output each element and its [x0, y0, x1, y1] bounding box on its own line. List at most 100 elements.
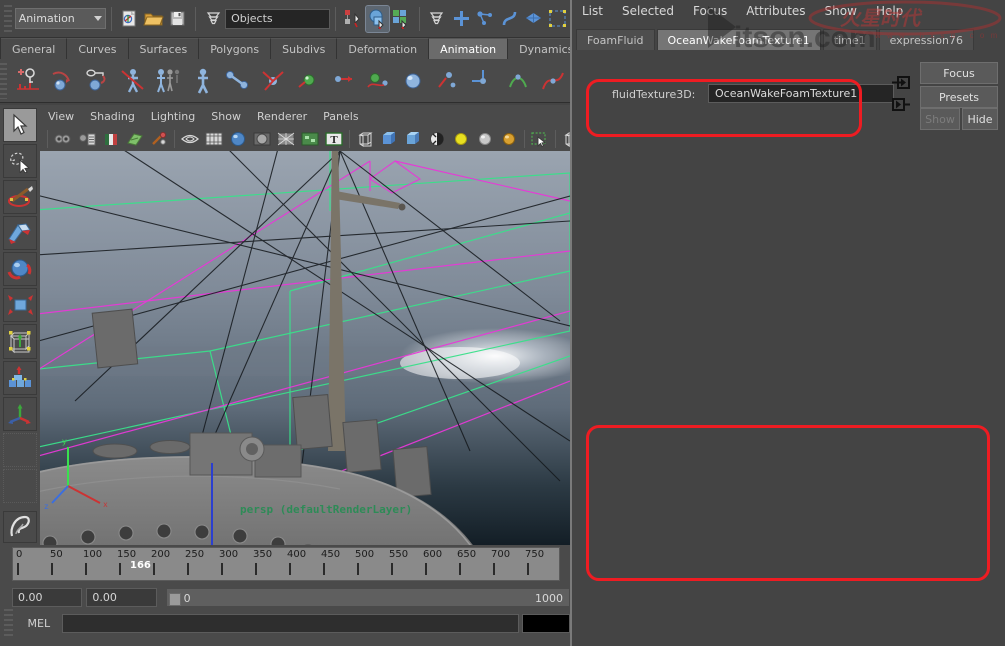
last-tool-used-button[interactable]	[3, 433, 37, 467]
ae-tab-oceanwakefoamtexture1[interactable]: OceanWakeFoamTexture1	[657, 29, 821, 50]
hide-button[interactable]: Hide	[962, 108, 998, 130]
ik-spline-handle-icon[interactable]	[81, 64, 114, 98]
select-by-object-icon[interactable]	[366, 6, 388, 32]
image-plane-icon[interactable]	[124, 129, 146, 150]
scale-constraint-icon[interactable]	[396, 64, 429, 98]
orient-constraint-icon[interactable]	[361, 64, 394, 98]
point-constraint-icon[interactable]	[291, 64, 324, 98]
input-connection-icon[interactable]	[890, 74, 912, 92]
time-slider-ruler[interactable]: 0 50 100 150 200 250 300 350 400 450 500…	[12, 547, 560, 581]
ae-tab-expression76[interactable]: expression76	[879, 29, 974, 50]
ae-menu-show[interactable]: Show	[825, 4, 857, 18]
ae-menu-list[interactable]: List	[582, 4, 603, 18]
ae-tab-foamfluid[interactable]: FoamFluid	[576, 29, 655, 50]
ae-menu-help[interactable]: Help	[876, 4, 903, 18]
ae-tab-time1[interactable]: time1	[823, 29, 877, 50]
ae-menu-attributes[interactable]: Attributes	[746, 4, 805, 18]
selection-mask-icon[interactable]	[202, 6, 224, 32]
select-camera-icon[interactable]	[52, 129, 74, 150]
constraint-icon[interactable]	[256, 64, 289, 98]
time-slider[interactable]: 0 50 100 150 200 250 300 350 400 450 500…	[0, 545, 570, 585]
selected-lights-icon[interactable]	[498, 129, 520, 150]
focus-button[interactable]: Focus	[920, 62, 998, 84]
presets-button[interactable]: Presets	[920, 86, 998, 108]
text-display-icon[interactable]: T	[323, 129, 345, 150]
select-tool-button[interactable]	[3, 108, 37, 142]
snap-mask-icon[interactable]	[426, 6, 448, 32]
menu-set-selector[interactable]: Animation	[15, 8, 107, 29]
viewport-menu-view[interactable]: View	[48, 110, 74, 123]
shadows-icon[interactable]	[426, 129, 448, 150]
viewport-menu-lighting[interactable]: Lighting	[151, 110, 195, 123]
soft-modification-tool-button[interactable]	[3, 361, 37, 395]
all-lights-icon[interactable]	[474, 129, 496, 150]
smooth-shade-icon[interactable]	[227, 129, 249, 150]
save-scene-icon[interactable]	[167, 6, 189, 32]
shelf-tab-polygons[interactable]: Polygons	[199, 38, 271, 59]
set-key-icon[interactable]	[11, 64, 44, 98]
output-connection-icon[interactable]	[890, 96, 912, 114]
wireframe-icon[interactable]	[203, 129, 225, 150]
lasso-select-tool-button[interactable]	[3, 144, 37, 178]
hardware-texturing-icon[interactable]	[299, 129, 321, 150]
command-line-grip[interactable]	[4, 609, 13, 637]
selection-mask-field[interactable]: Objects	[225, 9, 330, 29]
select-by-component-icon[interactable]	[391, 6, 413, 32]
parent-constraint-icon[interactable]	[431, 64, 464, 98]
aim-constraint-icon[interactable]	[326, 64, 359, 98]
shelf-tab-general[interactable]: General	[1, 38, 67, 59]
smooth-box-icon[interactable]	[378, 129, 400, 150]
show-manipulator-tool-button[interactable]	[3, 397, 37, 431]
shade-wireframe-icon[interactable]	[275, 129, 297, 150]
shelf-tab-surfaces[interactable]: Surfaces	[129, 38, 200, 59]
select-by-hierarchy-icon[interactable]	[342, 6, 364, 32]
flat-shade-icon[interactable]	[251, 129, 273, 150]
snap-curve-icon[interactable]	[474, 6, 496, 32]
construction-history-icon[interactable]	[547, 6, 569, 32]
open-scene-icon[interactable]	[143, 6, 165, 32]
shelf-tab-curves[interactable]: Curves	[67, 38, 128, 59]
motion-path-icon[interactable]	[536, 64, 569, 98]
textured-box-icon[interactable]	[402, 129, 424, 150]
camera-attributes-icon[interactable]	[76, 129, 98, 150]
hardware-fog-icon[interactable]	[148, 129, 170, 150]
wireframe-box-icon[interactable]	[354, 129, 376, 150]
ae-menu-selected[interactable]: Selected	[622, 4, 674, 18]
shelf-tab-deformation[interactable]: Deformation	[337, 38, 429, 59]
geometry-constraint-icon[interactable]	[501, 64, 534, 98]
status-line-grip[interactable]	[4, 5, 12, 33]
command-input[interactable]	[62, 614, 520, 633]
show-button[interactable]: Show	[920, 108, 960, 130]
node-name-field[interactable]: OceanWakeFoamTexture1	[708, 84, 894, 103]
viewport-menu-shading[interactable]: Shading	[90, 110, 135, 123]
ae-menu-focus[interactable]: Focus	[693, 4, 727, 18]
shelf-grip[interactable]	[0, 63, 7, 99]
rotate-tool-button[interactable]	[3, 252, 37, 286]
scale-tool-button[interactable]	[3, 288, 37, 322]
paint-effects-tool-button[interactable]	[3, 511, 37, 543]
two-sided-lighting-icon[interactable]	[179, 129, 201, 150]
range-handle-left[interactable]	[169, 593, 181, 606]
viewport-menu-panels[interactable]: Panels	[323, 110, 358, 123]
bind-skin-icon[interactable]	[186, 64, 219, 98]
new-scene-icon[interactable]	[118, 6, 140, 32]
playback-range-slider[interactable]: 0 1000	[166, 588, 570, 607]
universal-manipulator-button[interactable]	[3, 324, 37, 358]
tool-slot-empty[interactable]	[3, 469, 37, 503]
viewport-3d-scene[interactable]: y x z persp (defaultRenderLayer)	[40, 151, 570, 545]
default-light-icon[interactable]	[450, 129, 472, 150]
snap-view-plane-icon[interactable]	[523, 6, 545, 32]
full-body-ik-icon[interactable]	[116, 64, 149, 98]
xray-icon[interactable]	[560, 129, 570, 150]
range-start-field[interactable]: 0.00	[12, 588, 82, 607]
paint-select-tool-button[interactable]	[3, 180, 37, 214]
bookmark-icon[interactable]	[100, 129, 122, 150]
ik-handle-icon[interactable]	[46, 64, 79, 98]
skeleton-icon[interactable]	[151, 64, 184, 98]
viewport-menu-renderer[interactable]: Renderer	[257, 110, 307, 123]
shelf-tab-animation[interactable]: Animation	[429, 38, 508, 59]
viewport-menu-show[interactable]: Show	[211, 110, 241, 123]
isolate-select-icon[interactable]	[529, 129, 551, 150]
snap-grid-icon[interactable]	[450, 6, 472, 32]
command-language-label[interactable]: MEL	[16, 617, 62, 630]
